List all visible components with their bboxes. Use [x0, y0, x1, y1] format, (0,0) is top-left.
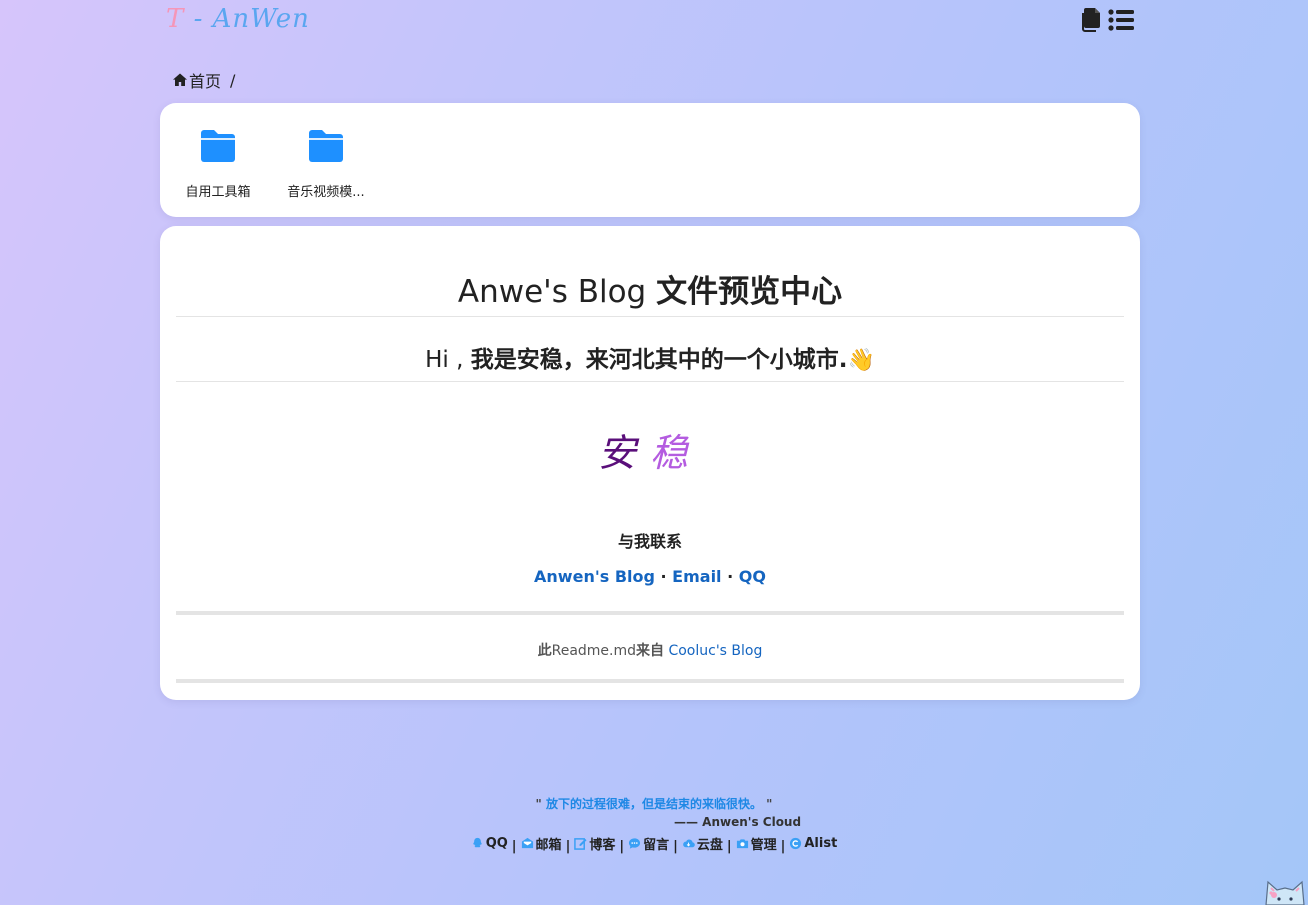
- readme-card: Anwe's Blog 文件预览中心 Hi , 我是安稳，来河北其中的一个小城市…: [160, 226, 1140, 700]
- credit-bold: 此: [537, 643, 552, 659]
- alist-icon: [790, 837, 802, 850]
- footer-link-label: 邮箱: [535, 838, 562, 853]
- logo-text: - AnWen: [184, 4, 310, 34]
- footer-link-alist[interactable]: Alist: [789, 836, 837, 851]
- nav-icon-group: [1080, 8, 1134, 32]
- footer-link-cloud[interactable]: 云盘: [682, 834, 723, 853]
- quote-author: —— Anwen's Cloud: [674, 815, 802, 829]
- mascot-image[interactable]: [1262, 876, 1308, 905]
- comment-icon: [629, 838, 641, 849]
- footer-link-qq[interactable]: QQ: [471, 836, 508, 851]
- footer-link-label: 留言: [643, 838, 670, 853]
- folder-item[interactable]: 自用工具箱: [170, 129, 266, 200]
- folder-icon: [201, 130, 235, 162]
- signature-image: 安稳: [160, 422, 1140, 477]
- readme-title: Anwe's Blog 文件预览中心: [176, 266, 1124, 317]
- footer-link-blog[interactable]: 博客: [574, 834, 615, 853]
- greeting-plain: Hi ,: [425, 347, 471, 373]
- footer-separator: |: [726, 839, 732, 854]
- quote-mark: ": [762, 797, 773, 811]
- top-nav: T - AnWen: [160, 0, 1140, 48]
- qq-link[interactable]: QQ: [739, 567, 766, 586]
- folder-name: 自用工具箱: [185, 185, 251, 200]
- footer-separator: |: [673, 839, 678, 854]
- breadcrumb: 首页 /: [172, 68, 235, 92]
- credit-text: Readme.md: [551, 643, 637, 659]
- greeting-bold: 我是安稳，来河北其中的一个小城市.: [470, 347, 848, 373]
- footer-link-label: Alist: [804, 836, 838, 851]
- folder-list-card: 自用工具箱 音乐视频模...: [160, 103, 1140, 217]
- divider: [176, 611, 1124, 615]
- footer-link-message[interactable]: 留言: [628, 834, 669, 853]
- email-link[interactable]: Email: [672, 567, 721, 586]
- footer-separator: |: [565, 839, 571, 854]
- link-separator: ·: [654, 567, 673, 586]
- link-separator: ·: [721, 567, 739, 586]
- contact-links: Anwen's Blog · Email · QQ: [160, 567, 1140, 586]
- copy-icon[interactable]: [1080, 8, 1100, 32]
- contact-heading: 与我联系: [617, 532, 682, 551]
- cloud-icon: [682, 839, 695, 848]
- folder-name: 音乐视频模...: [287, 185, 365, 200]
- credit-bold: 来自: [636, 643, 665, 659]
- edit-icon: [574, 838, 587, 850]
- divider: [176, 679, 1124, 683]
- footer-link-label: 博客: [589, 838, 616, 853]
- footer-link-label: 云盘: [696, 838, 723, 853]
- footer-link-label: QQ: [485, 836, 508, 851]
- camera-icon: [736, 839, 748, 849]
- mail-icon: [521, 837, 533, 849]
- folder-item[interactable]: 音乐视频模...: [278, 129, 374, 200]
- site-logo[interactable]: T - AnWen: [166, 4, 310, 34]
- quote-text: 放下的过程很难，但是结束的来临很快。: [545, 797, 762, 811]
- blog-link[interactable]: Anwen's Blog: [534, 567, 655, 586]
- quote-mark: ": [535, 797, 546, 811]
- footer-quote: " 放下的过程很难，但是结束的来临很快。 ": [0, 795, 1308, 812]
- footer-separator: |: [619, 839, 625, 854]
- readme-title-plain: Anwe's Blog: [457, 274, 657, 310]
- readme-credit: 此Readme.md来自 Cooluc's Blog: [160, 640, 1140, 660]
- home-icon: [173, 73, 187, 86]
- cooluc-blog-link[interactable]: Cooluc's Blog: [668, 643, 762, 659]
- footer-links: QQ | 邮箱 | 博客 | 留言 | 云盘 | 管理 | Alist: [0, 834, 1308, 854]
- logo-letter: T: [166, 4, 185, 34]
- footer-separator: |: [511, 839, 517, 854]
- readme-title-bold: 文件预览中心: [656, 274, 843, 310]
- folder-icon: [309, 130, 343, 162]
- breadcrumb-separator: /: [230, 70, 236, 90]
- footer-separator: |: [780, 839, 786, 854]
- footer-link-mail[interactable]: 邮箱: [521, 834, 562, 853]
- breadcrumb-home[interactable]: 首页: [189, 68, 221, 92]
- list-icon[interactable]: [1108, 8, 1134, 32]
- footer-link-admin[interactable]: 管理: [736, 834, 777, 853]
- waving-hand-icon: 👋: [847, 348, 875, 373]
- qq-icon: [472, 837, 482, 848]
- signature-char: 稳: [650, 431, 703, 475]
- footer-link-label: 管理: [750, 838, 777, 853]
- readme-greeting: Hi , 我是安稳，来河北其中的一个小城市.👋: [176, 340, 1124, 382]
- signature-char: 安: [597, 431, 650, 475]
